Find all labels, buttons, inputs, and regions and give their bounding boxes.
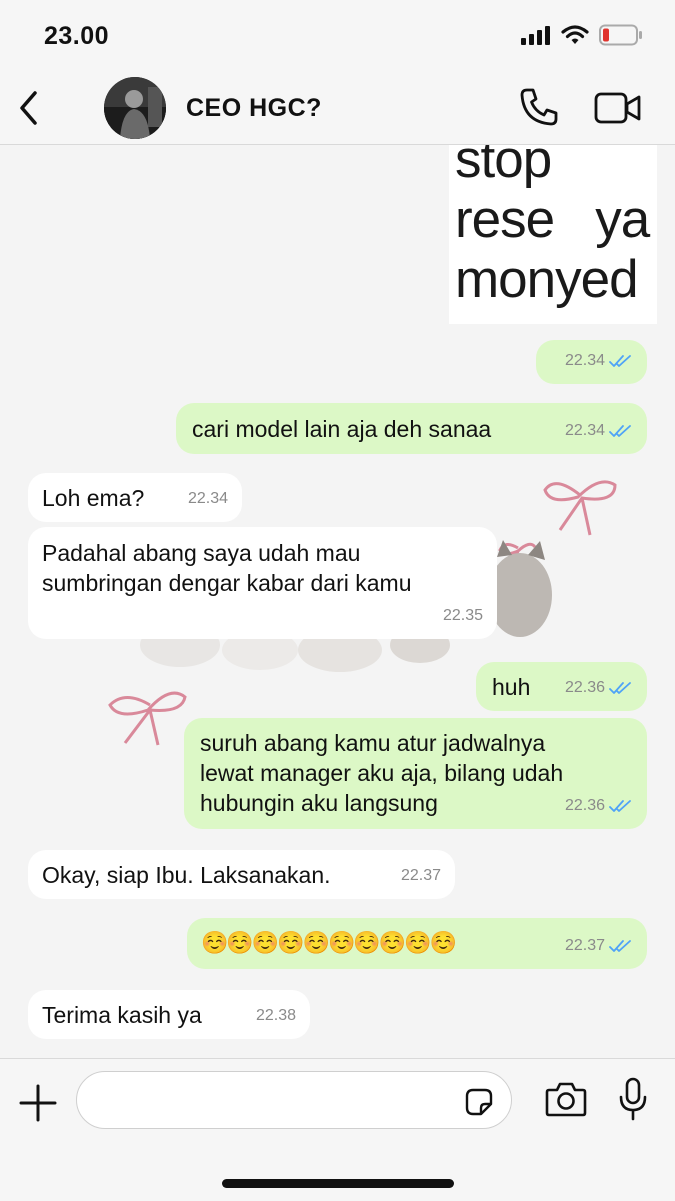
double-check-icon xyxy=(609,682,631,694)
double-check-icon xyxy=(609,940,631,952)
wifi-icon xyxy=(561,25,589,44)
message-time: 22.37 xyxy=(400,867,441,884)
sticker-line: stop xyxy=(455,145,552,189)
sticker-line: rese ya xyxy=(455,190,650,249)
status-time: 23.00 xyxy=(44,22,110,50)
message-time: 22.34 xyxy=(564,422,605,439)
message-meta: 22.34 xyxy=(188,484,228,514)
signal-icon xyxy=(521,26,550,45)
composer-bar xyxy=(0,1058,675,1201)
message-time: 22.36 xyxy=(564,797,605,814)
message-bubble-outgoing[interactable]: suruh abang kamu atur jadwalnya lewat ma… xyxy=(184,718,647,829)
message-text: Okay, siap Ibu. Laksanakan. xyxy=(42,862,331,888)
sticker-icon[interactable] xyxy=(463,1086,495,1118)
message-meta: 22.37 xyxy=(401,861,441,891)
plus-icon[interactable] xyxy=(18,1083,58,1123)
contact-name[interactable]: CEO HGC? xyxy=(186,94,322,123)
message-text: Padahal abang saya udah mau sumbringan d… xyxy=(42,540,412,596)
phone-icon[interactable] xyxy=(518,86,560,128)
video-camera-icon[interactable] xyxy=(594,90,642,126)
message-meta: 22.36 xyxy=(565,791,633,821)
sticker-line: monyed xyxy=(455,250,639,309)
message-bubble-outgoing[interactable]: cari model lain aja deh sanaa 22.34 xyxy=(176,403,647,454)
message-time: 22.38 xyxy=(255,1007,296,1024)
message-meta: 22.35 xyxy=(443,601,483,631)
message-meta: 22.37 xyxy=(565,931,633,961)
camera-icon[interactable] xyxy=(545,1081,587,1117)
message-meta: 22.36 xyxy=(565,673,633,703)
message-meta: 22.34 xyxy=(565,346,633,376)
double-check-icon xyxy=(609,355,631,367)
message-time: 22.37 xyxy=(564,937,605,954)
message-bubble-incoming[interactable]: Terima kasih ya 22.38 xyxy=(28,990,310,1039)
avatar[interactable] xyxy=(104,77,166,139)
message-time: 22.34 xyxy=(564,352,605,369)
status-bar: 23.00 xyxy=(0,0,675,72)
message-bubble-incoming[interactable]: Loh ema? 22.34 xyxy=(28,473,242,522)
double-check-icon xyxy=(609,800,631,812)
message-input-field[interactable] xyxy=(95,1084,459,1118)
battery-icon xyxy=(599,24,642,46)
status-icons xyxy=(521,24,643,46)
message-time: 22.36 xyxy=(564,679,605,696)
chat-area[interactable]: stop rese ya monyed 22.34 cari model lai… xyxy=(0,145,675,1058)
message-input[interactable] xyxy=(76,1071,512,1129)
message-bubble-incoming[interactable]: Padahal abang saya udah mau sumbringan d… xyxy=(28,527,497,639)
message-bubble-incoming[interactable]: Okay, siap Ibu. Laksanakan. 22.37 xyxy=(28,850,455,899)
sticker-image[interactable]: stop rese ya monyed xyxy=(449,145,657,324)
message-time: 22.35 xyxy=(442,607,483,624)
double-check-icon xyxy=(609,425,631,437)
message-bubble-outgoing[interactable]: ☺️☺️☺️☺️☺️☺️☺️☺️☺️☺️ 22.37 xyxy=(187,918,647,969)
chevron-left-icon[interactable] xyxy=(14,88,44,128)
message-meta: 22.34 xyxy=(565,416,633,446)
message-meta: 22.38 xyxy=(256,1001,296,1031)
chat-header: CEO HGC? xyxy=(0,72,675,145)
message-bubble-outgoing[interactable]: 22.34 xyxy=(536,340,647,384)
home-indicator xyxy=(222,1179,454,1188)
microphone-icon[interactable] xyxy=(618,1077,648,1121)
message-time: 22.34 xyxy=(187,490,228,507)
message-bubble-outgoing[interactable]: huh 22.36 xyxy=(476,662,647,711)
